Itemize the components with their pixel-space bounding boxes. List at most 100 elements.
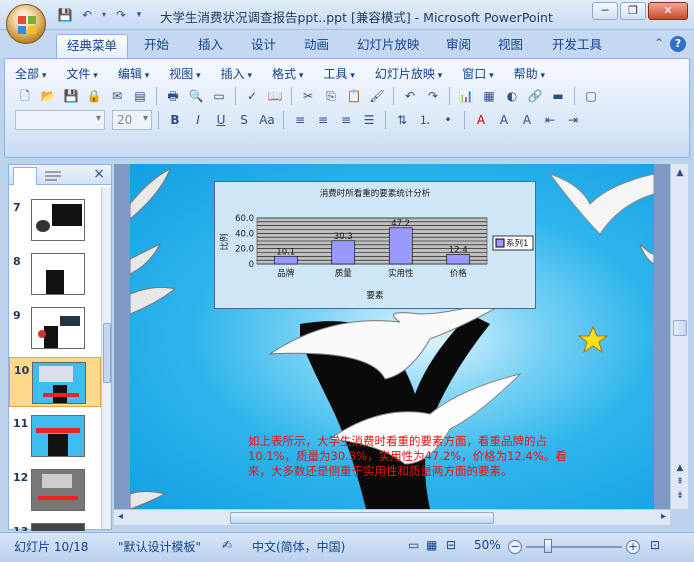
slide-body-text[interactable]: 如上表所示，大学生消费时看重的要素方面，看重品牌的占10.1%，质量为30.3%… (248, 434, 576, 479)
menu-help[interactable]: 帮助 (514, 65, 565, 81)
vertical-scroll-thumb[interactable] (673, 320, 687, 336)
underline-icon[interactable]: U (211, 110, 231, 130)
format-painter-icon[interactable]: 🖌 (367, 86, 387, 106)
tab-home[interactable]: 开始 (134, 34, 179, 58)
chevron-up-icon[interactable]: ⌃ (654, 36, 664, 50)
slide-thumbnail-13[interactable]: 13 (9, 519, 101, 531)
zoom-in-button[interactable]: + (626, 540, 640, 554)
minimize-button[interactable]: ─ (592, 2, 618, 20)
slideshow-button[interactable]: ⊟ (446, 538, 456, 552)
menu-all[interactable]: 全部 (15, 65, 66, 81)
print-icon[interactable]: 🖶 (163, 86, 183, 106)
redo-icon[interactable]: ↷ (112, 6, 130, 24)
slide-canvas[interactable]: 消费时所看重的要素统计分析 0 20.0 40.0 60.0 品牌 质量 实用性 价格 10… (130, 164, 654, 509)
horizontal-scroll-thumb[interactable] (230, 512, 494, 524)
chart-object[interactable]: 消费时所看重的要素统计分析 0 20.0 40.0 60.0 品牌 质量 实用性 价格 10… (214, 181, 536, 309)
print-preview-icon[interactable]: 🔍 (186, 86, 206, 106)
slide-thumbnail-10[interactable]: 10 (9, 357, 101, 407)
align-right-icon[interactable]: ≡ (336, 110, 356, 130)
bold-icon[interactable]: B (165, 110, 185, 130)
undo-dropdown-icon[interactable]: ▾ (100, 6, 108, 24)
menu-format[interactable]: 格式 (272, 65, 323, 81)
save-icon[interactable]: 💾 (56, 6, 74, 24)
insert-table-icon[interactable]: ▦ (479, 86, 499, 106)
cut-icon[interactable]: ✂ (298, 86, 318, 106)
scroll-right-icon[interactable]: ▸ (661, 511, 666, 522)
menu-slideshow[interactable]: 幻灯片放映 (375, 65, 462, 81)
language-indicator[interactable]: 中文(简体，中国) (252, 538, 345, 555)
undo-icon[interactable]: ↶ (78, 6, 96, 24)
numbering-icon[interactable]: ⒈ (415, 110, 435, 130)
menu-window[interactable]: 窗口 (462, 65, 513, 81)
fit-to-window-icon[interactable]: ⊡ (650, 538, 660, 552)
thumbnail-scroll-thumb[interactable] (103, 323, 111, 383)
scroll-up-icon[interactable]: ▲ (673, 166, 687, 180)
previous-slide-icon[interactable]: ⇞ (673, 475, 687, 489)
new-document-icon[interactable]: 🗋 (15, 86, 35, 106)
paste-icon[interactable]: 📋 (344, 86, 364, 106)
close-pane-button[interactable]: × (93, 166, 105, 182)
normal-view-button[interactable]: ▭ (408, 538, 419, 552)
insert-chart-icon[interactable]: 📊 (456, 86, 476, 106)
design-template-name[interactable]: "默认设计模板" (118, 538, 201, 555)
scroll-up-icon[interactable]: ▲ (673, 461, 687, 475)
next-slide-icon[interactable]: ⇟ (673, 489, 687, 503)
redo-icon[interactable]: ↷ (423, 86, 443, 106)
tab-animation[interactable]: 动画 (294, 34, 339, 58)
menu-view[interactable]: 视图 (169, 65, 220, 81)
shrink-font-icon[interactable]: A (517, 110, 537, 130)
menu-tools[interactable]: 工具 (323, 65, 374, 81)
outline-tab[interactable] (41, 169, 65, 183)
spell-check-icon[interactable]: ✍ (222, 538, 232, 552)
align-left-icon[interactable]: ≡ (290, 110, 310, 130)
normal-view-icon[interactable]: ▭ (209, 86, 229, 106)
email-icon[interactable]: ✉ (107, 86, 127, 106)
text-direction-icon[interactable]: ⇅ (392, 110, 412, 130)
align-center-icon[interactable]: ≡ (313, 110, 333, 130)
menu-file[interactable]: 文件 (66, 65, 117, 81)
slide-thumbnail-8[interactable]: 8 (9, 249, 101, 299)
slide-thumbnail-12[interactable]: 12 (9, 465, 101, 515)
pdf-icon[interactable]: ▤ (130, 86, 150, 106)
justify-icon[interactable]: ☰ (359, 110, 379, 130)
tab-design[interactable]: 设计 (241, 34, 286, 58)
shadow-icon[interactable]: S (234, 110, 254, 130)
vertical-scrollbar[interactable]: ▲ ▲ ⇞ ⇟ (670, 164, 688, 509)
tab-view[interactable]: 视图 (488, 34, 533, 58)
save-icon[interactable]: 💾 (61, 86, 81, 106)
font-family-combo[interactable] (15, 110, 105, 130)
menu-insert[interactable]: 插入 (221, 65, 272, 81)
new-slide-icon[interactable]: ▢ (581, 86, 601, 106)
tab-insert[interactable]: 插入 (188, 34, 233, 58)
font-size-combo[interactable]: 20 (112, 110, 152, 130)
show-grid-icon[interactable]: ▬ (548, 86, 568, 106)
open-folder-icon[interactable]: 📂 (38, 86, 58, 106)
slide-sorter-button[interactable]: ▦ (426, 538, 437, 552)
tab-classic-menu[interactable]: 经典菜单 (56, 34, 129, 58)
increase-indent-icon[interactable]: ⇥ (563, 110, 583, 130)
permission-icon[interactable]: 🔒 (84, 86, 104, 106)
grow-font-icon[interactable]: A (494, 110, 514, 130)
close-button[interactable]: ✕ (648, 2, 688, 20)
menu-edit[interactable]: 编辑 (118, 65, 169, 81)
tab-slideshow[interactable]: 幻灯片放映 (347, 34, 430, 58)
hyperlink-icon[interactable]: 🔗 (525, 86, 545, 106)
italic-icon[interactable]: I (188, 110, 208, 130)
slide-thumbnail-11[interactable]: 11 (9, 411, 101, 461)
slide-thumbnail-9[interactable]: 9 (9, 303, 101, 353)
restore-button[interactable]: ❐ (620, 2, 646, 20)
zoom-level[interactable]: 50% (474, 538, 501, 552)
color-grayscale-icon[interactable]: ◐ (502, 86, 522, 106)
tab-developer[interactable]: 开发工具 (542, 34, 612, 58)
office-button[interactable] (6, 4, 46, 44)
decrease-indent-icon[interactable]: ⇤ (540, 110, 560, 130)
font-color-icon[interactable]: A (471, 110, 491, 130)
slides-tab[interactable] (13, 167, 37, 185)
thumbnail-scrollbar[interactable] (101, 187, 111, 529)
tab-review[interactable]: 审阅 (436, 34, 481, 58)
zoom-slider-knob[interactable] (544, 539, 552, 553)
research-icon[interactable]: 📖 (265, 86, 285, 106)
spelling-icon[interactable]: ✓ (242, 86, 262, 106)
zoom-slider[interactable] (526, 546, 622, 548)
slide-thumbnail-7[interactable]: 7 (9, 195, 101, 245)
